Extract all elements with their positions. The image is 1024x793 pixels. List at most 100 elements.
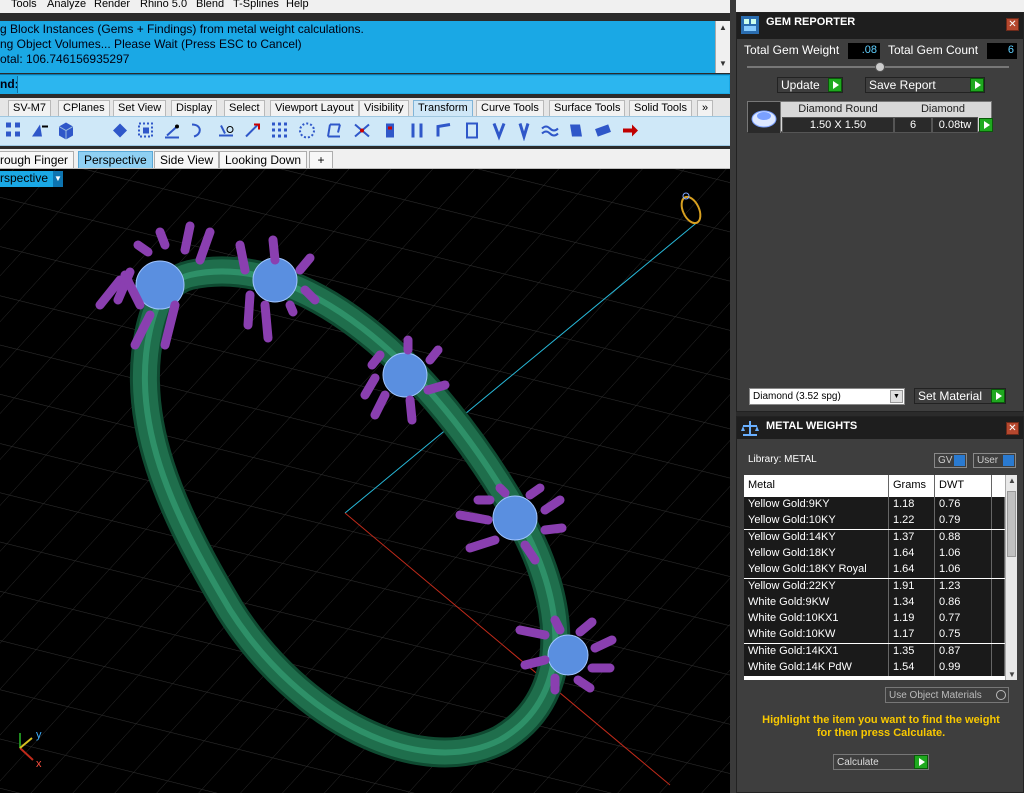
- array-icon[interactable]: [4, 120, 24, 141]
- scroll-up-icon[interactable]: ▲: [1008, 476, 1016, 485]
- tab-select[interactable]: Select: [224, 100, 265, 116]
- splop-icon[interactable]: [462, 120, 482, 141]
- table-row[interactable]: Yellow Gold:18KY 1.64 1.06: [744, 545, 1005, 562]
- solid-box-icon[interactable]: [56, 120, 76, 141]
- viewport-canvas[interactable]: y x: [0, 169, 730, 793]
- tab-side-view[interactable]: Side View: [154, 151, 220, 168]
- slider-handle[interactable]: [875, 62, 885, 72]
- align-icon[interactable]: [593, 120, 613, 141]
- use-object-materials-toggle[interactable]: Use Object Materials: [885, 687, 1009, 703]
- table-row[interactable]: White Gold:10KX1 1.19 0.77: [744, 611, 1005, 628]
- toolbar-more-button[interactable]: »: [697, 100, 714, 116]
- grams-cell: 1.37: [889, 529, 935, 546]
- material-select[interactable]: Diamond (3.52 spg) ▼: [749, 388, 905, 405]
- menu-analyze[interactable]: Analyze: [47, 0, 86, 10]
- gem-count-cell[interactable]: 6: [894, 117, 932, 133]
- table-row[interactable]: White Gold:14KX1 1.35 0.87: [744, 643, 1005, 660]
- close-icon[interactable]: ✕: [1006, 422, 1019, 435]
- close-icon[interactable]: ✕: [1006, 18, 1019, 31]
- menu-render[interactable]: Render: [94, 0, 130, 10]
- shear-icon[interactable]: [324, 120, 344, 141]
- dwt-cell: 1.06: [935, 562, 992, 579]
- smooth-icon[interactable]: [540, 120, 560, 141]
- scroll-down-icon[interactable]: ▼: [719, 59, 727, 68]
- col-dwt[interactable]: DWT: [935, 475, 992, 497]
- menu-help[interactable]: Help: [286, 0, 309, 10]
- user-button[interactable]: User: [973, 453, 1016, 468]
- total-gem-count-label: Total Gem Count: [888, 43, 979, 57]
- perspective-viewport[interactable]: y x: [0, 169, 730, 793]
- cage-edit-icon[interactable]: [514, 120, 534, 141]
- mirror-icon[interactable]: [216, 120, 236, 141]
- twist-icon[interactable]: [352, 120, 372, 141]
- col-metal[interactable]: Metal: [744, 475, 889, 497]
- tab-set-view[interactable]: Set View: [113, 100, 167, 116]
- table-row[interactable]: Yellow Gold:14KY 1.37 0.88: [744, 529, 1005, 546]
- chevron-down-icon[interactable]: ▼: [53, 171, 63, 187]
- table-row[interactable]: White Gold:10KW 1.17 0.75: [744, 627, 1005, 644]
- gem-size-cell[interactable]: 1.50 X 1.50: [782, 117, 894, 133]
- viewport-title-menu[interactable]: rspective ▼: [0, 171, 63, 187]
- table-scrollbar[interactable]: ▲ ▼: [1005, 475, 1017, 680]
- add-viewport-tab-button[interactable]: +: [309, 151, 333, 168]
- set-material-button[interactable]: Set Material: [914, 388, 1006, 404]
- tab-surface-tools[interactable]: Surface Tools: [549, 100, 626, 116]
- calculate-label: Calculate: [837, 757, 879, 768]
- orient-icon[interactable]: [188, 120, 208, 141]
- stretch-icon[interactable]: [489, 120, 509, 141]
- gem-reporter-title: GEM REPORTER: [766, 16, 856, 28]
- row-filler-cell: [992, 497, 1005, 513]
- tab-through-finger[interactable]: rough Finger: [0, 151, 75, 168]
- soft-move-icon[interactable]: [566, 120, 586, 141]
- table-row[interactable]: White Gold:14K PdW 1.54 0.99: [744, 660, 1005, 676]
- tab-sv-m7[interactable]: SV-M7: [8, 100, 52, 116]
- tab-visibility[interactable]: Visibility: [359, 100, 409, 116]
- tab-curve-tools[interactable]: Curve Tools: [476, 100, 544, 116]
- gem-row-go-button[interactable]: [979, 118, 993, 132]
- transform-toolbar: [0, 117, 730, 146]
- copy-icon[interactable]: [136, 120, 156, 141]
- move-icon[interactable]: [110, 120, 130, 141]
- flow-icon[interactable]: [435, 120, 455, 141]
- table-row[interactable]: Yellow Gold:18KY Royal 1.64 1.06: [744, 562, 1005, 579]
- menu-blend[interactable]: Blend: [196, 0, 224, 10]
- set-point-icon[interactable]: [243, 120, 263, 141]
- grid-array-icon[interactable]: [270, 120, 290, 141]
- table-row[interactable]: Yellow Gold:10KY 1.22 0.79: [744, 513, 1005, 530]
- tab-transform[interactable]: Transform: [413, 100, 473, 116]
- tab-viewport-layout[interactable]: Viewport Layout: [270, 100, 359, 116]
- scale-icon[interactable]: [30, 120, 50, 141]
- command-history-line: ng Object Volumes... Please Wait (Press …: [0, 37, 302, 51]
- row-filler-cell: [992, 545, 1005, 562]
- gv-button[interactable]: GV: [934, 453, 967, 468]
- menu-tsplines[interactable]: T-Splines: [233, 0, 279, 10]
- tab-solid-tools[interactable]: Solid Tools: [629, 100, 692, 116]
- menu-rhino5[interactable]: Rhino 5.0: [140, 0, 187, 10]
- gem-weight-cell[interactable]: 0.08tw: [932, 117, 978, 133]
- taper-icon[interactable]: [380, 120, 400, 141]
- table-row[interactable]: Yellow Gold:9KY 1.18 0.76: [744, 497, 1005, 513]
- polar-array-icon[interactable]: [297, 120, 317, 141]
- scroll-down-icon[interactable]: ▼: [1008, 670, 1016, 679]
- dwt-cell: 0.88: [935, 529, 992, 546]
- bend-icon[interactable]: [407, 120, 427, 141]
- save-report-button[interactable]: Save Report: [865, 77, 985, 93]
- menu-tools[interactable]: Tools: [11, 0, 37, 10]
- table-row[interactable]: White Gold:9KW 1.34 0.86: [744, 594, 1005, 611]
- command-input[interactable]: [17, 76, 729, 93]
- update-button[interactable]: Update: [777, 77, 843, 93]
- row-filler-cell: [992, 513, 1005, 530]
- col-grams[interactable]: Grams: [889, 475, 935, 497]
- tab-perspective[interactable]: Perspective: [78, 151, 153, 168]
- scroll-thumb[interactable]: [1007, 491, 1016, 557]
- calculate-button[interactable]: Calculate: [833, 754, 929, 770]
- tab-looking-down[interactable]: Looking Down: [219, 151, 308, 168]
- scroll-up-icon[interactable]: ▲: [719, 23, 727, 32]
- rotate-icon[interactable]: [162, 120, 182, 141]
- command-history-scrollbar[interactable]: ▲ ▼: [715, 21, 730, 73]
- table-row[interactable]: Yellow Gold:22KY 1.91 1.23: [744, 578, 1005, 595]
- arrow-right-icon[interactable]: [620, 120, 640, 141]
- tab-display[interactable]: Display: [171, 100, 218, 116]
- tab-cplanes[interactable]: CPlanes: [58, 100, 110, 116]
- chevron-down-icon[interactable]: ▼: [890, 390, 903, 403]
